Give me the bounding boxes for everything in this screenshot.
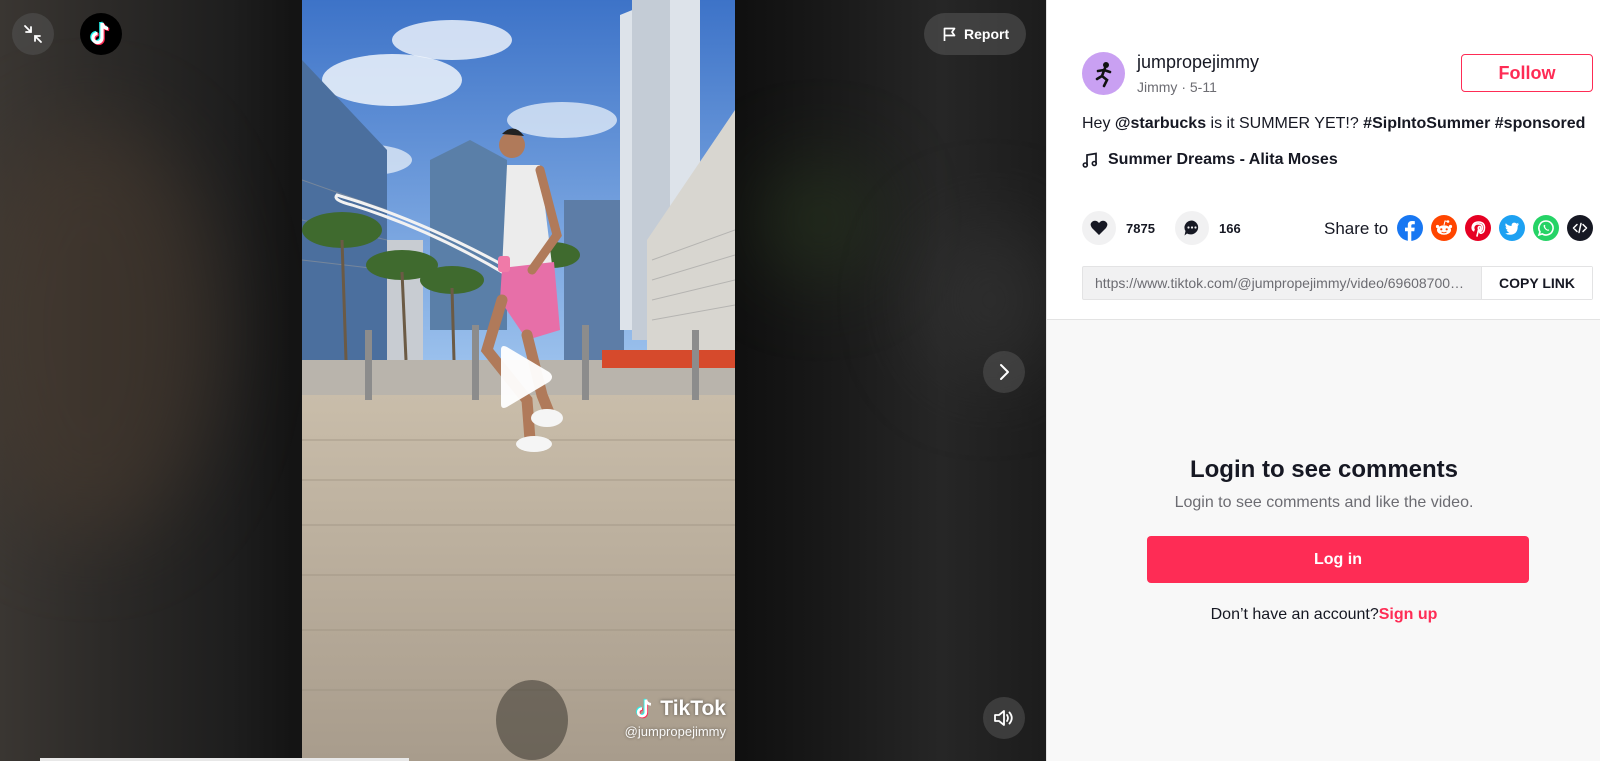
whatsapp-glyph — [1537, 220, 1554, 237]
volume-icon — [994, 710, 1013, 726]
comment-count: 166 — [1219, 220, 1241, 236]
play-button[interactable] — [495, 344, 555, 410]
caption-text: Hey — [1082, 115, 1115, 132]
like-count: 7875 — [1126, 220, 1155, 236]
hashtag-link[interactable]: #sponsored — [1495, 115, 1586, 132]
share-link-box: https://www.tiktok.com/@jumpropejimmy/vi… — [1082, 266, 1593, 300]
login-subtitle: Login to see comments and like the video… — [1174, 494, 1474, 511]
copy-link-button[interactable]: COPY LINK — [1481, 267, 1592, 299]
mention-link[interactable]: @starbucks — [1115, 115, 1206, 132]
twitter-glyph — [1505, 222, 1519, 235]
collapse-icon — [24, 25, 42, 43]
login-title: Login to see comments — [1189, 456, 1459, 483]
embed-icon[interactable] — [1567, 215, 1593, 241]
details-panel: jumpropejimmy Jimmy · 5-11 Follow Hey @s… — [1046, 0, 1600, 761]
comments-login-area: Login to see comments Login to see comme… — [1047, 320, 1600, 761]
background-blur — [0, 120, 220, 540]
facebook-glyph — [1405, 221, 1415, 241]
report-button[interactable]: Report — [924, 13, 1026, 55]
report-label: Report — [964, 26, 1010, 42]
play-icon — [501, 346, 552, 408]
music-title: Summer Dreams - Alita Moses — [1108, 151, 1338, 168]
subline-separator: · — [1177, 79, 1190, 95]
author-subline: Jimmy · 5-11 — [1137, 79, 1217, 95]
next-video-button[interactable] — [983, 351, 1025, 393]
comment-button[interactable] — [1175, 211, 1209, 245]
comment-icon — [1184, 220, 1199, 236]
pinterest-icon[interactable] — [1465, 215, 1491, 241]
watermark-brand: TikTok — [660, 697, 726, 720]
video-player[interactable]: Report TikTok @jumpropejimmy — [0, 0, 1046, 761]
watermark-handle: @jumpropejimmy — [624, 724, 726, 739]
tiktok-logo-button[interactable] — [80, 13, 122, 55]
background-blur — [760, 160, 880, 280]
like-stat: 7875 — [1082, 211, 1155, 245]
avatar[interactable] — [1082, 52, 1125, 95]
video-watermark: TikTok @jumpropejimmy — [604, 697, 726, 739]
avatar-jumper-icon — [1095, 61, 1111, 87]
music-link[interactable]: Summer Dreams - Alita Moses — [1082, 151, 1338, 169]
twitter-icon[interactable] — [1499, 215, 1525, 241]
signup-prompt-line: Don’t have an account?Sign up — [1047, 606, 1600, 624]
login-button[interactable]: Log in — [1147, 536, 1529, 583]
like-button[interactable] — [1082, 211, 1116, 245]
share-icons — [1397, 215, 1593, 241]
chevron-right-icon — [1000, 364, 1009, 380]
post-date: 5-11 — [1189, 79, 1217, 95]
volume-button[interactable] — [983, 697, 1025, 739]
heart-icon — [1090, 220, 1108, 235]
collapse-button[interactable] — [12, 13, 54, 55]
comment-stat: 166 — [1175, 211, 1241, 245]
facebook-icon[interactable] — [1397, 215, 1423, 241]
caption-text: is it SUMMER YET!? — [1206, 115, 1364, 132]
post-info: jumpropejimmy Jimmy · 5-11 Follow Hey @s… — [1047, 0, 1600, 320]
post-caption: Hey @starbucks is it SUMMER YET!? #SipIn… — [1082, 115, 1585, 133]
tiktok-watermark-icon — [636, 698, 652, 719]
username[interactable]: jumpropejimmy — [1137, 52, 1259, 73]
follow-button[interactable]: Follow — [1461, 54, 1593, 92]
background-blur — [920, 220, 1046, 380]
hashtag-link[interactable]: #SipIntoSummer — [1363, 115, 1490, 132]
embed-glyph — [1572, 222, 1588, 234]
share-link-text[interactable]: https://www.tiktok.com/@jumpropejimmy/vi… — [1083, 267, 1481, 299]
reddit-glyph — [1435, 220, 1453, 235]
display-name: Jimmy — [1137, 79, 1178, 95]
tiktok-logo-icon — [90, 21, 110, 46]
flag-icon — [943, 27, 956, 41]
reddit-icon[interactable] — [1431, 215, 1457, 241]
music-note-icon — [1082, 152, 1098, 168]
signup-link[interactable]: Sign up — [1379, 606, 1438, 623]
pinterest-glyph — [1471, 221, 1486, 237]
whatsapp-icon[interactable] — [1533, 215, 1559, 241]
share-label: Share to — [1324, 219, 1389, 238]
signup-prompt: Don’t have an account? — [1210, 606, 1379, 623]
